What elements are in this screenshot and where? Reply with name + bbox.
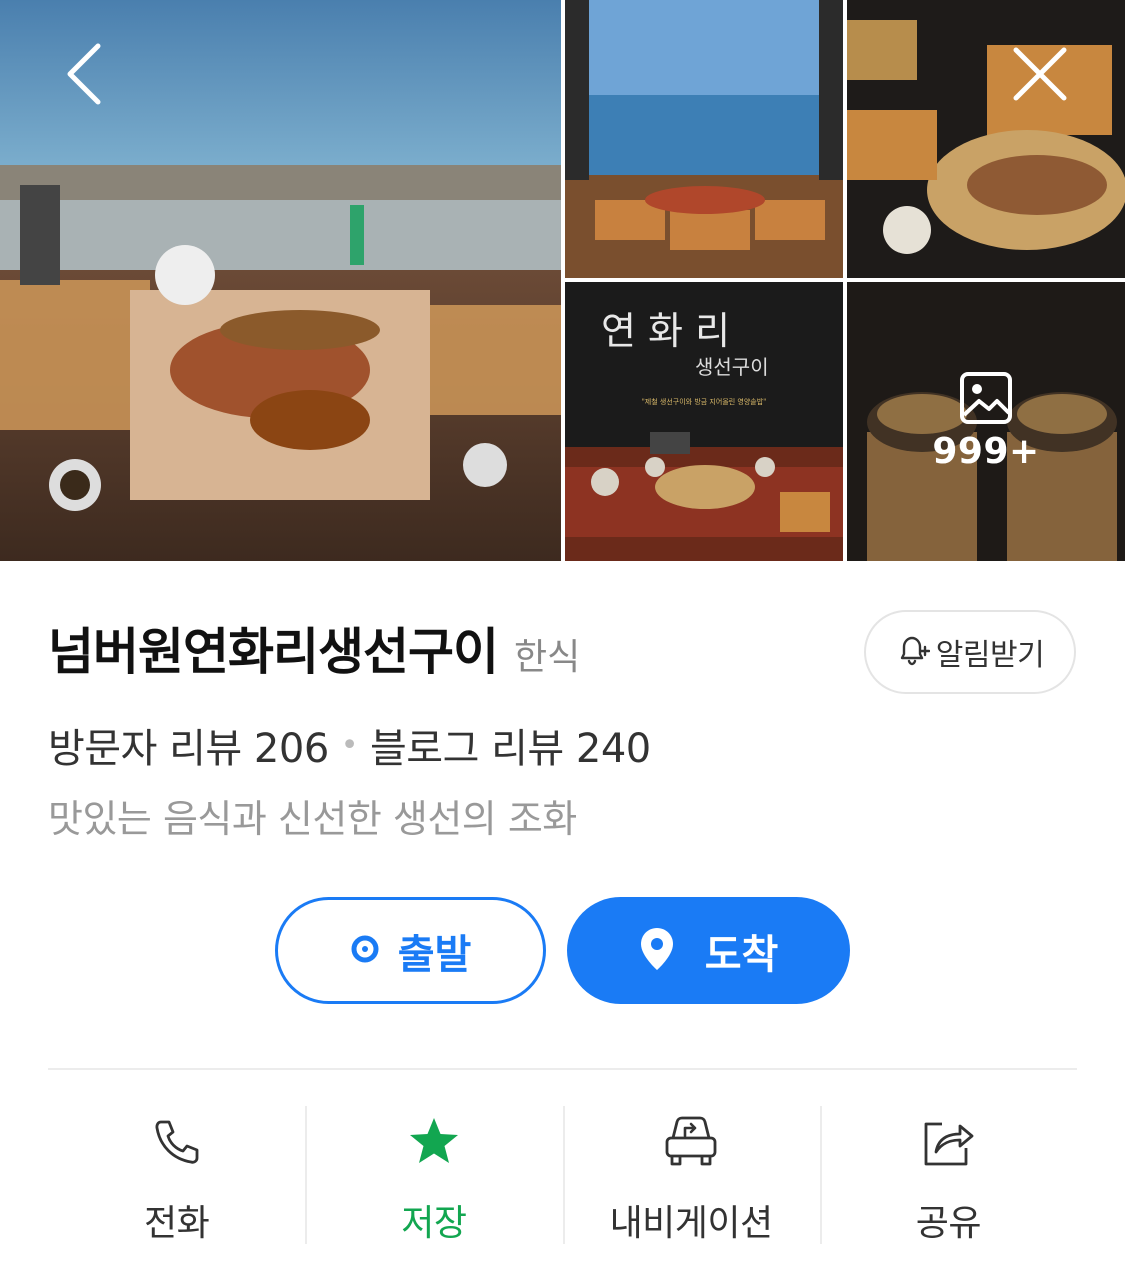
close-button[interactable] (1000, 36, 1080, 116)
blog-reviews-link[interactable]: 블로그 리뷰 240 (370, 716, 651, 774)
arrive-label: 도착 (704, 931, 779, 978)
notify-button[interactable]: 알림받기 (864, 610, 1076, 694)
visitor-reviews-link[interactable]: 방문자 리뷰 206 (48, 716, 329, 774)
place-name: 넘버원연화리생선구이 (48, 623, 499, 681)
save-action[interactable]: 저장 (305, 1098, 562, 1248)
share-action[interactable]: 공유 (819, 1098, 1077, 1248)
close-icon (1012, 46, 1068, 106)
photo-brand-poster[interactable]: 연 화 리 생선구이 "제철 생선구이와 방금 지어올린 영양솥밥" (565, 282, 843, 561)
review-separator: • (340, 727, 359, 763)
bell-plus-icon (896, 633, 930, 671)
more-photos-overlay[interactable]: 999+ (847, 282, 1125, 561)
photo-pot-rice[interactable]: 999+ (847, 282, 1125, 561)
share-label: 공유 (915, 1203, 982, 1244)
back-button[interactable] (44, 36, 124, 116)
call-label: 전화 (144, 1203, 210, 1244)
arrive-button[interactable]: 도착 (567, 897, 850, 1004)
depart-button[interactable]: 출발 (275, 897, 546, 1004)
share-icon (916, 1110, 980, 1174)
location-pin-icon (639, 926, 675, 976)
section-divider (48, 1068, 1077, 1070)
poster-subtitle: 생선구이 (695, 355, 769, 379)
navigation-action[interactable]: 내비게이션 (562, 1098, 820, 1248)
photo-ocean-table[interactable] (565, 0, 843, 278)
photo-fish-set[interactable] (847, 0, 1125, 278)
notify-label: 알림받기 (935, 638, 1045, 673)
image-icon (959, 371, 1013, 425)
depart-label: 출발 (397, 931, 472, 978)
photo-gallery: 연 화 리 생선구이 "제철 생선구이와 방금 지어올린 영양솥밥" 999+ (0, 0, 1125, 561)
review-summary: 방문자 리뷰 206 • 블로그 리뷰 240 (48, 716, 651, 774)
place-description: 맛있는 음식과 신선한 생선의 조화 (48, 797, 577, 841)
chevron-left-icon (64, 42, 104, 110)
action-bar: 전화 저장 내비게이션 공유 (48, 1098, 1077, 1248)
place-category: 한식 (514, 637, 581, 678)
star-icon (402, 1110, 466, 1174)
more-photos-count: 999+ (932, 431, 1040, 472)
save-label: 저장 (401, 1203, 467, 1244)
origin-dot-icon (350, 934, 380, 968)
navigation-label: 내비게이션 (609, 1203, 774, 1244)
call-action[interactable]: 전화 (48, 1098, 305, 1248)
phone-icon (145, 1110, 209, 1174)
place-title-row: 넘버원연화리생선구이 한식 (48, 612, 580, 684)
poster-title: 연 화 리 (601, 309, 730, 353)
poster-tagline: "제철 생선구이와 방금 지어올린 영양솥밥" (642, 397, 767, 406)
car-navigation-icon (659, 1110, 723, 1174)
